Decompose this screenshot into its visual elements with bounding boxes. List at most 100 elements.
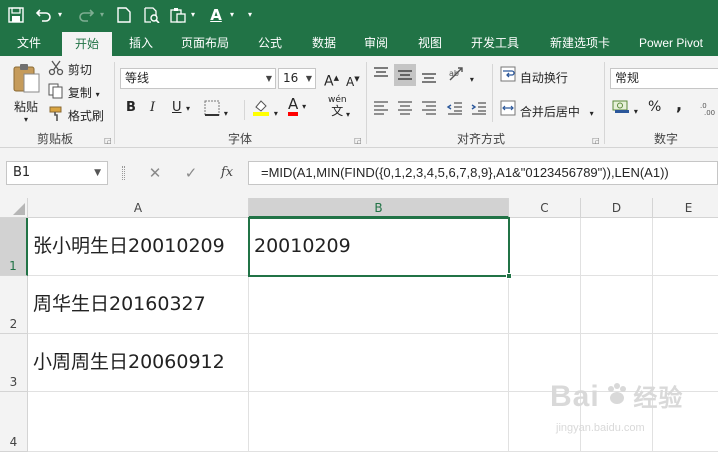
shrink-font-button[interactable]: A▼ (346, 70, 360, 91)
formula-bar-grip[interactable] (122, 166, 125, 180)
cell-c1[interactable] (509, 218, 581, 276)
tab-new-tab[interactable]: 新建选项卡 (540, 30, 620, 56)
cell-b3[interactable] (249, 334, 509, 392)
phonetic-caret-icon[interactable]: ▾ (346, 106, 350, 124)
cell-a2[interactable]: 周华生日20160327 (28, 276, 249, 334)
align-center-button[interactable] (396, 100, 414, 121)
cell-a4[interactable] (28, 392, 249, 452)
redo-icon[interactable] (76, 4, 96, 26)
column-header-e[interactable]: E (653, 198, 718, 218)
tab-power-pivot[interactable]: Power Pivot (630, 30, 712, 56)
italic-button[interactable]: I (150, 99, 155, 117)
cell-b1[interactable]: 20010209 (249, 218, 509, 276)
alignment-launcher-icon[interactable]: ◲ (592, 136, 600, 145)
fill-bucket-icon (252, 100, 270, 119)
name-box[interactable]: B1 ▼ (6, 161, 108, 185)
wrap-text-button[interactable]: 自动换行 (500, 66, 568, 87)
row-header-4[interactable]: 4 (0, 392, 28, 452)
percent-button[interactable]: % (648, 98, 661, 116)
customize-qat-icon[interactable]: ▾ (244, 4, 256, 26)
font-color-quick-icon[interactable]: A (206, 4, 226, 26)
comma-button[interactable]: , (676, 96, 682, 114)
copy-label: 复制 (67, 86, 92, 100)
font-color-caret-icon[interactable]: ▾ (227, 4, 237, 26)
cell-e2[interactable] (653, 276, 718, 334)
cell-b2[interactable] (249, 276, 509, 334)
select-all-corner[interactable] (0, 198, 28, 218)
copy-button[interactable]: 复制 ▾ (48, 83, 100, 104)
cut-label: 剪切 (67, 63, 92, 77)
bold-button[interactable]: B (126, 99, 136, 117)
insert-function-button[interactable]: fx (212, 161, 242, 185)
orientation-button[interactable]: ab ▾ (448, 66, 474, 89)
print-preview-icon[interactable] (142, 4, 162, 26)
svg-text:ab: ab (449, 69, 459, 78)
cut-button[interactable]: 剪切 (48, 60, 92, 81)
increase-decimal-button[interactable]: .0.00 (700, 100, 718, 121)
underline-caret-icon[interactable]: ▾ (186, 100, 190, 118)
tab-developer[interactable]: 开发工具 (462, 30, 528, 56)
underline-button[interactable]: U (172, 99, 182, 117)
merge-center-label: 合并后居中 (519, 105, 580, 119)
undo-caret-icon[interactable]: ▾ (55, 4, 65, 26)
cell-c2[interactable] (509, 276, 581, 334)
cell-d2[interactable] (581, 276, 653, 334)
undo-icon[interactable] (34, 4, 54, 26)
tab-page-layout[interactable]: 页面布局 (172, 30, 238, 56)
fill-color-button[interactable]: ▾ (252, 98, 278, 123)
cell-e1[interactable] (653, 218, 718, 276)
font-name-dropdown-icon[interactable]: ▼ (266, 69, 272, 88)
number-group-label: 数字 (653, 132, 678, 146)
enter-icon[interactable]: ✓ (176, 161, 206, 185)
cell-a3[interactable]: 小周周生日20060912 (28, 334, 249, 392)
tab-data[interactable]: 数据 (302, 30, 346, 56)
cell-a1[interactable]: 张小明生日20010209 (28, 218, 249, 276)
paste-quick-icon[interactable] (168, 4, 188, 26)
save-icon[interactable] (6, 4, 26, 26)
column-header-d[interactable]: D (581, 198, 653, 218)
tab-insert[interactable]: 插入 (118, 30, 164, 56)
cell-b4[interactable] (249, 392, 509, 452)
redo-caret-icon[interactable]: ▾ (97, 4, 107, 26)
paste-caret-icon[interactable]: ▾ (188, 4, 198, 26)
font-name-combo[interactable]: 等线 ▼ (120, 68, 276, 89)
font-size-combo[interactable]: 16 ▼ (278, 68, 316, 89)
font-color-button[interactable]: A ▾ (288, 96, 306, 116)
tab-formulas[interactable]: 公式 (248, 30, 292, 56)
column-header-b[interactable]: B (249, 198, 509, 218)
column-header-a[interactable]: A (28, 198, 249, 218)
accounting-format-button[interactable]: ▾ (612, 98, 638, 121)
align-left-button[interactable] (372, 100, 390, 121)
name-box-dropdown-icon[interactable]: ▼ (94, 162, 101, 184)
font-size-dropdown-icon[interactable]: ▼ (306, 69, 312, 88)
align-bottom-button[interactable] (420, 68, 438, 89)
align-right-button[interactable] (420, 100, 438, 121)
increase-indent-button[interactable] (470, 100, 488, 121)
row-header-1[interactable]: 1 (0, 218, 28, 276)
clipboard-launcher-icon[interactable]: ◲ (104, 136, 112, 145)
row-header-2[interactable]: 2 (0, 276, 28, 334)
cell-d1[interactable] (581, 218, 653, 276)
decrease-indent-button[interactable] (446, 100, 464, 121)
row-header-3[interactable]: 3 (0, 334, 28, 392)
align-middle-button[interactable] (394, 64, 416, 86)
borders-button[interactable]: ▾ (204, 100, 228, 123)
fill-handle[interactable] (506, 273, 512, 279)
format-painter-button[interactable]: 格式刷 (48, 106, 104, 127)
align-top-button[interactable] (372, 66, 390, 87)
tab-review[interactable]: 审阅 (354, 30, 398, 56)
tab-file[interactable]: 文件 (6, 30, 52, 56)
formula-input[interactable]: =MID(A1,MIN(FIND({0,1,2,3,4,5,6,7,8,9},A… (248, 161, 718, 185)
tab-view[interactable]: 视图 (408, 30, 452, 56)
number-format-combo[interactable]: 常规 (610, 68, 718, 89)
paste-caret-icon[interactable]: ▾ (8, 115, 44, 125)
grow-font-button[interactable]: A▲ (324, 69, 339, 91)
tab-home[interactable]: 开始 (62, 32, 112, 56)
merge-center-button[interactable]: 合并后居中 ▾ (500, 100, 594, 123)
cancel-icon[interactable]: ✕ (140, 161, 170, 185)
new-document-icon[interactable] (114, 4, 134, 26)
column-header-c[interactable]: C (509, 198, 581, 218)
paste-button[interactable]: 粘贴 ▾ (8, 62, 44, 124)
phonetic-button[interactable]: wén 文 (328, 95, 347, 117)
font-launcher-icon[interactable]: ◲ (354, 136, 362, 145)
